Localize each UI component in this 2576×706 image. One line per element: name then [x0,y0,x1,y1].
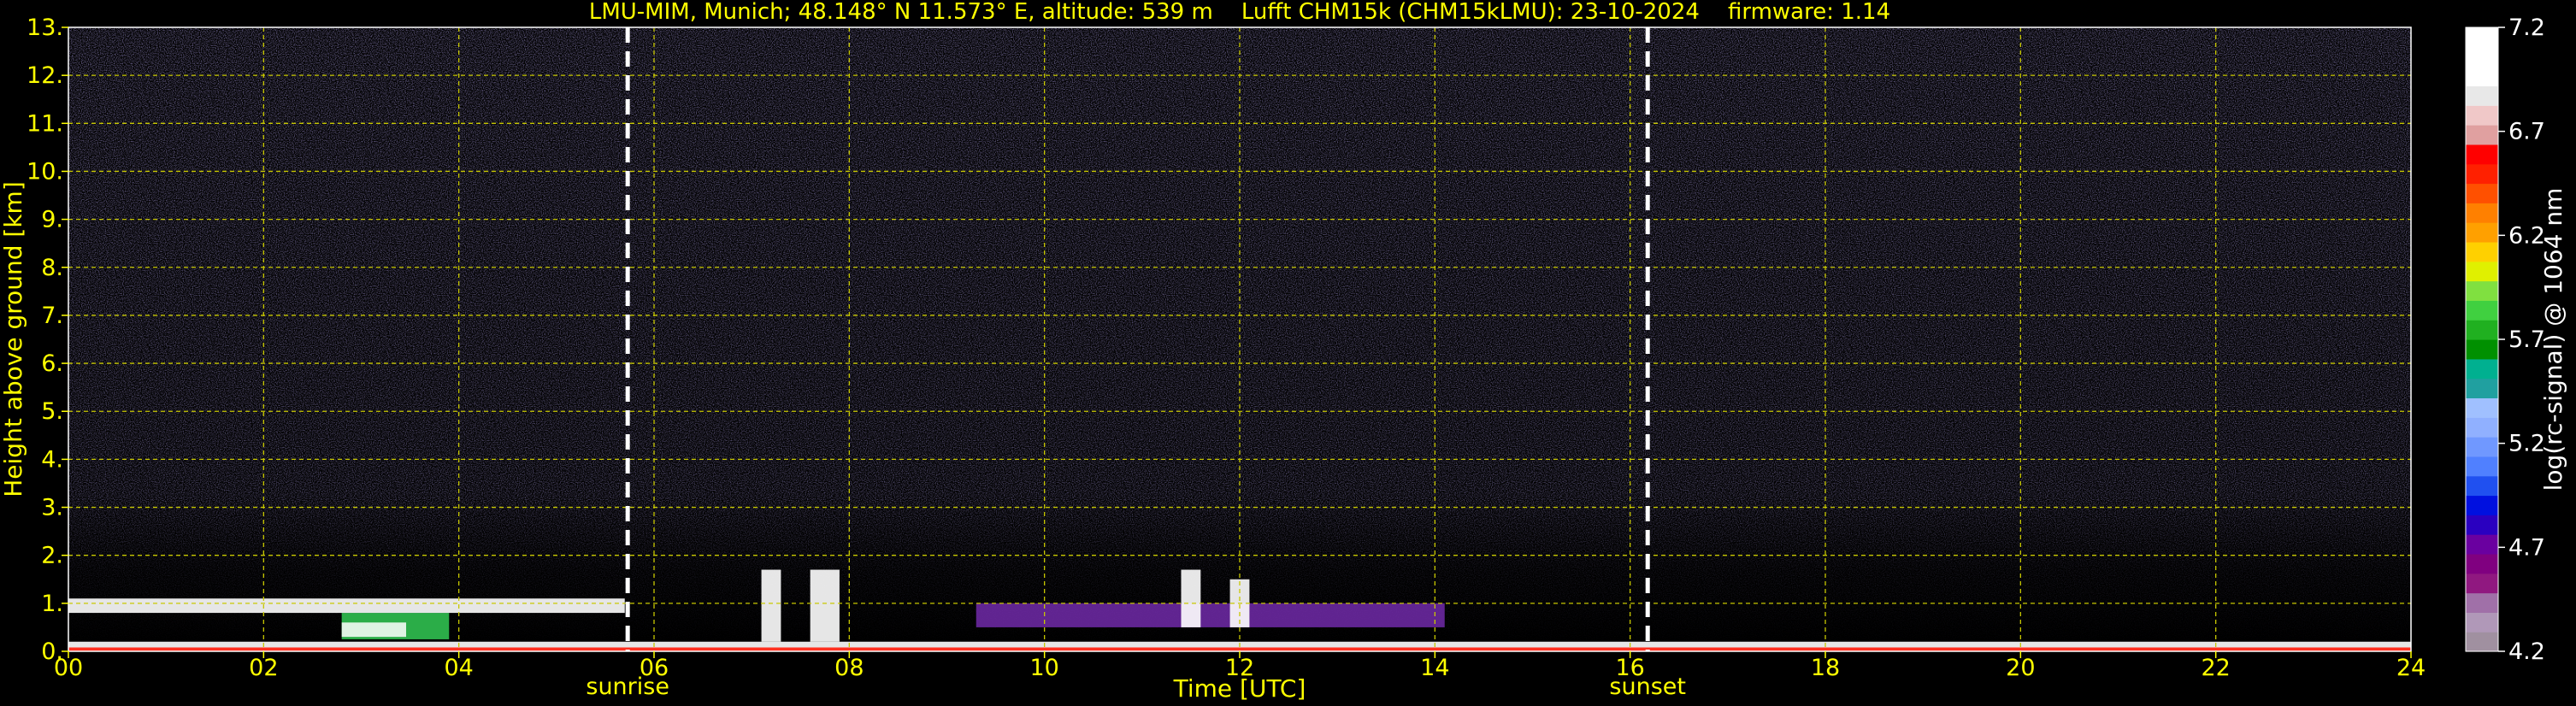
colorbar-swatch-18 [2466,280,2498,301]
feature-clouds-3 [761,569,781,642]
colorbar-swatch-15 [2466,339,2498,360]
feature-low-clouds-2 [68,598,625,614]
feature-clouds-6 [1181,569,1201,627]
colorbar-swatch-17 [2466,300,2498,321]
y-tick-label-6: 6. [41,350,63,377]
y-tick-label-9: 9. [41,207,63,233]
x-tick-label-24: 24 [2396,655,2426,681]
colorbar-swatch-16 [2466,320,2498,340]
colorbar-swatch-14 [2466,358,2498,379]
colorbar-swatch-27 [2466,105,2498,126]
x-tick-label-04: 04 [444,655,473,681]
colorbar-swatch-5 [2466,534,2498,555]
colorbar-swatch-4 [2466,553,2498,574]
x-tick-label-06: 06 [640,655,669,681]
colorbar-label: log(rc-signal) @ 1064 nm [2539,188,2567,491]
colorbar-swatch-1 [2466,612,2498,632]
colorbar-swatch-10 [2466,437,2498,457]
y-tick-label-4: 4. [41,446,63,473]
feature-clouds-4 [810,569,840,642]
colorbar-swatch-11 [2466,417,2498,438]
y-tick-label-7: 7. [41,303,63,329]
colorbar-swatch-23 [2466,183,2498,203]
y-tick-label-12: 12. [27,62,63,89]
x-tick-label-08: 08 [834,655,864,681]
x-tick-label-22: 22 [2201,655,2230,681]
colorbar-swatch-26 [2466,125,2498,145]
x-axis-label: Time [UTC] [1173,674,1306,703]
colorbar-swatch-20 [2466,241,2498,262]
colorbar-swatch-21 [2466,222,2498,243]
colorbar-swatch-13 [2466,378,2498,399]
colorbar-swatch-22 [2466,203,2498,223]
colorbar-swatch-9 [2466,456,2498,477]
aerosol-layer-core [341,622,407,638]
colorbar-tick-label-4.2: 4.2 [2508,638,2545,665]
colorbar-swatch-19 [2466,261,2498,282]
colorbar-tick-label-6.7: 6.7 [2508,119,2545,145]
colorbar-swatch-0 [2466,632,2498,652]
colorbar-swatch-30 [2466,46,2498,68]
colorbar-swatch-29 [2466,66,2498,87]
colorbar-swatch-28 [2466,85,2498,106]
colorbar-swatch-6 [2466,515,2498,535]
x-tick-label-18: 18 [1811,655,1840,681]
x-tick-label-02: 02 [249,655,278,681]
y-axis-label: Height above ground [km] [0,181,27,497]
colorbar-tick-label-7.2: 7.2 [2508,15,2545,41]
y-tick-label-10: 10. [27,158,63,185]
x-tick-label-20: 20 [2006,655,2035,681]
y-tick-label-13: 13. [27,15,63,41]
colorbar-swatch-24 [2466,163,2498,185]
colorbar-tick-label-4.7: 4.7 [2508,534,2545,561]
y-tick-label-3: 3. [41,495,63,521]
y-tick-label-5: 5. [41,398,63,425]
feature-cloud-layer-5 [976,603,1445,627]
x-tick-label-16: 16 [1615,655,1644,681]
y-tick-label-8: 8. [41,255,63,281]
colorbar-swatch-8 [2466,475,2498,497]
colorbar-swatch-7 [2466,495,2498,515]
colorbar-swatch-3 [2466,573,2498,594]
colorbar-swatch-25 [2466,144,2498,165]
y-tick-label-11: 11. [27,110,63,137]
y-tick-label-1: 1. [41,591,63,617]
colorbar-swatch-12 [2466,397,2498,418]
y-tick-label-0: 0. [41,638,63,665]
y-tick-label-2: 2. [41,543,63,569]
x-tick-label-14: 14 [1420,655,1449,681]
x-tick-label-10: 10 [1029,655,1058,681]
ceilometer-chart: sunrise sunset 00 02 04 06 08 10 12 14 16 18 20 22 24… [0,15,2567,703]
colorbar-swatch-31 [2466,27,2498,48]
colorbar-swatch-2 [2466,592,2498,613]
